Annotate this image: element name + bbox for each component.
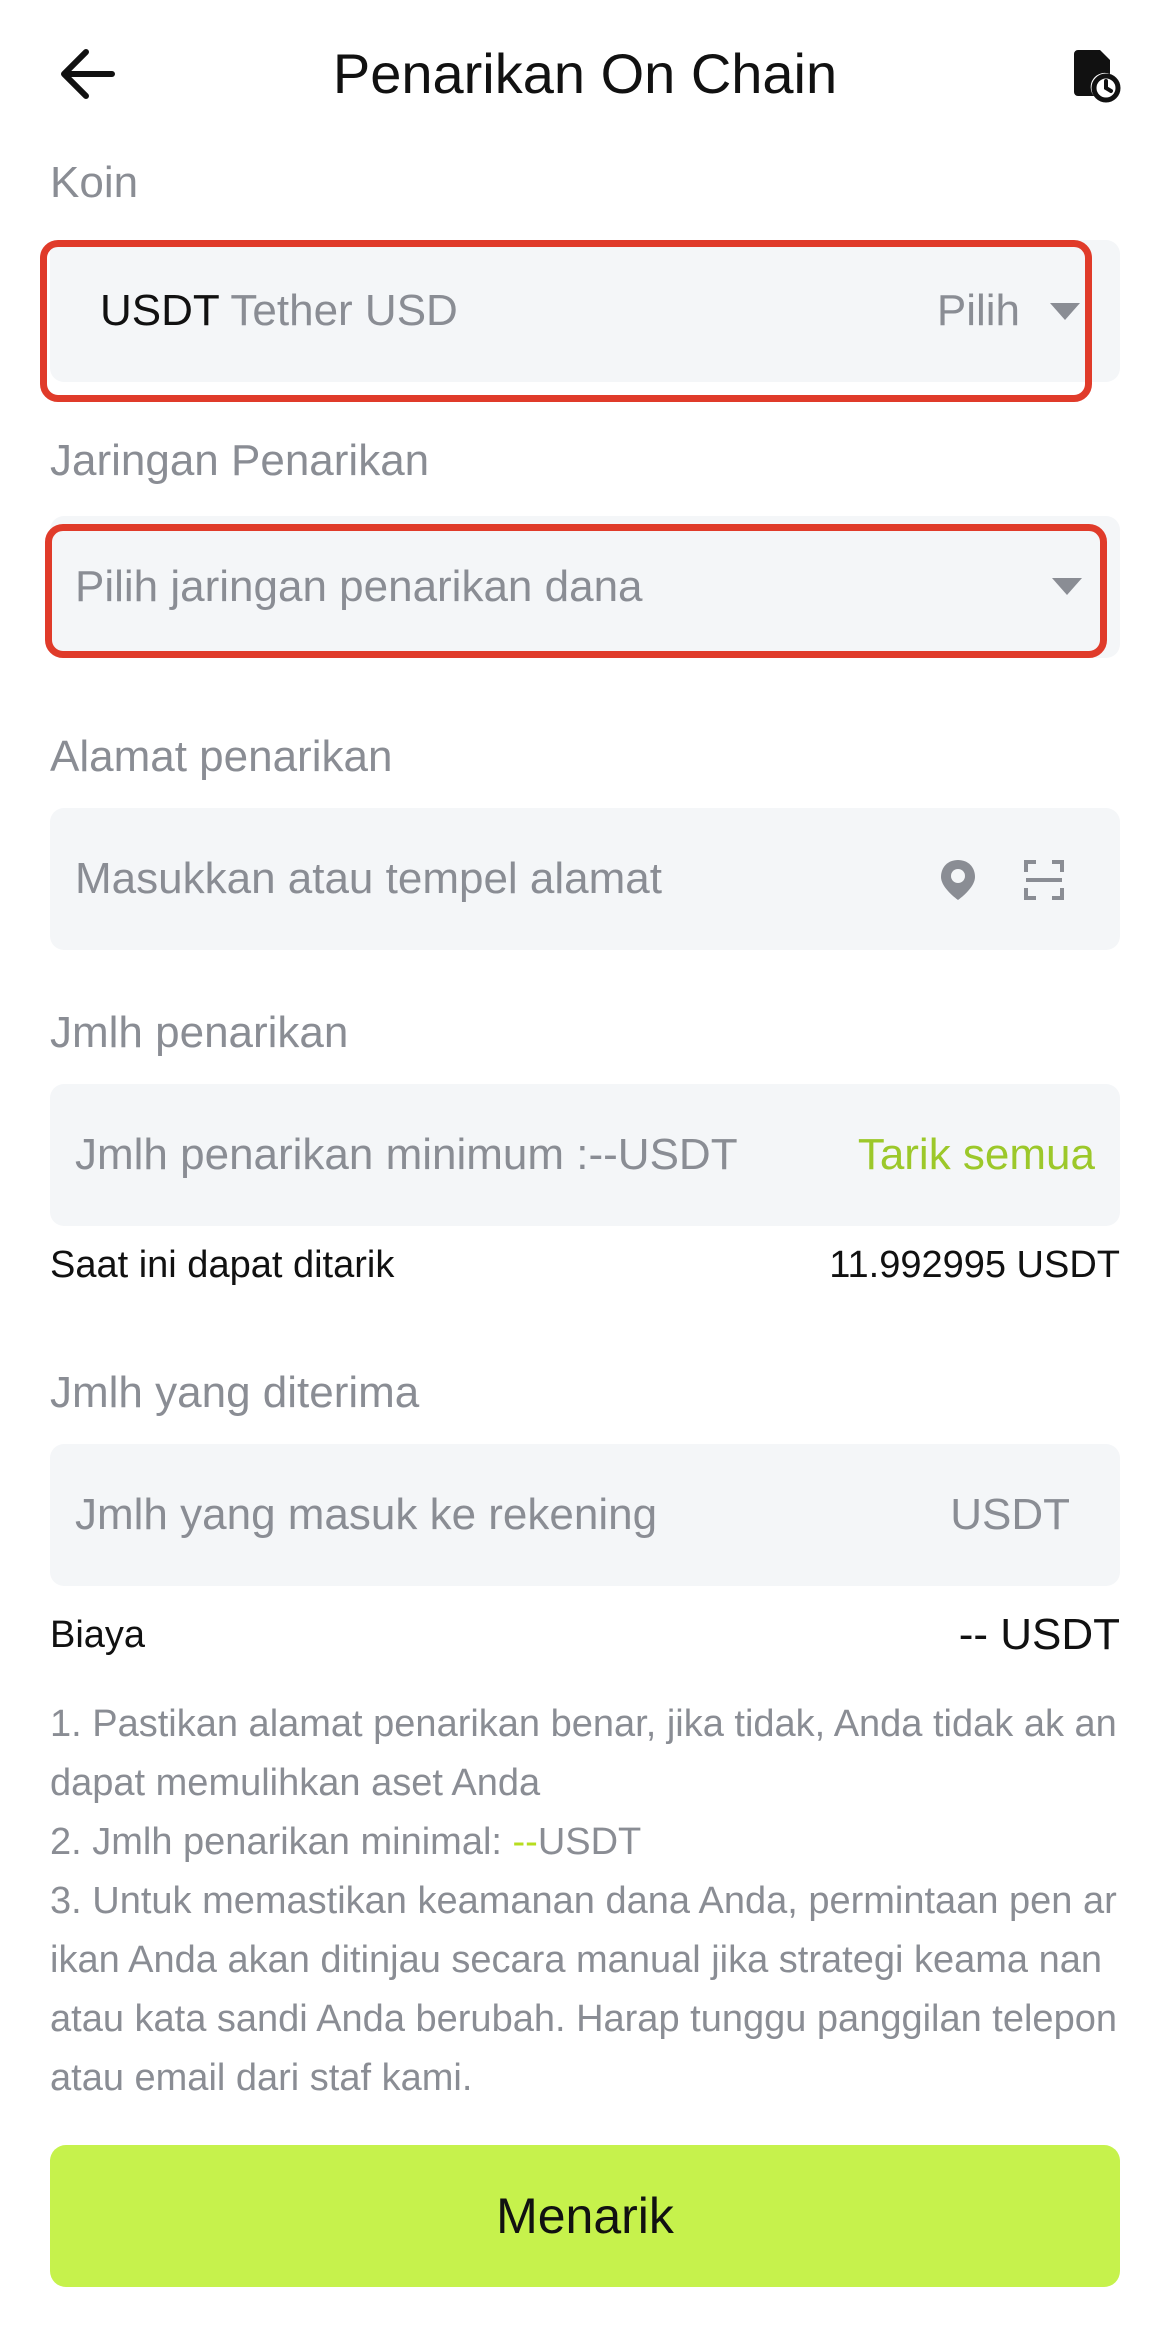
scan-button[interactable] [1022, 858, 1066, 907]
coin-name: Tether USD [230, 286, 458, 335]
location-pin-icon [941, 860, 975, 900]
chevron-down-icon [1050, 303, 1080, 320]
notes: 1. Pastikan alamat penarikan benar, jika… [50, 1695, 1125, 2108]
coin-select-label: Pilih [936, 286, 1020, 335]
coin-label: Koin [50, 158, 139, 207]
note-2: 2. Jmlh penarikan minimal: --USDT [50, 1813, 1125, 1872]
received-placeholder: Jmlh yang masuk ke rekening [75, 1490, 658, 1539]
page-title: Penarikan On Chain [332, 42, 838, 105]
withdraw-all-button[interactable]: Tarik semua [858, 1084, 1095, 1226]
network-placeholder: Pilih jaringan penarikan dana [75, 562, 643, 611]
location-pin-button[interactable] [938, 858, 978, 907]
amount-field[interactable]: Jmlh penarikan minimum :--USDT Tarik sem… [50, 1084, 1120, 1226]
received-unit: USDT [950, 1490, 1070, 1539]
address-field[interactable]: Masukkan atau tempel alamat [50, 808, 1120, 950]
coin-select[interactable]: USDT Tether USD Pilih [50, 240, 1120, 382]
fee-value: -- USDT [958, 1610, 1120, 1659]
note-2-prefix: 2. Jmlh penarikan minimal: [50, 1821, 513, 1863]
available-value: 11.992995 USDT [829, 1244, 1120, 1286]
address-label: Alamat penarikan [50, 732, 393, 781]
history-record-icon [1074, 50, 1121, 103]
amount-input[interactable]: Jmlh penarikan minimum :--USDT [75, 1084, 738, 1226]
note-2-suffix: USDT [537, 1821, 642, 1863]
note-3: 3. Untuk memastikan keamanan dana Anda, … [50, 1880, 1117, 2099]
coin-symbol: USDT [100, 286, 219, 335]
submit-button[interactable]: Menarik [50, 2145, 1120, 2287]
network-label: Jaringan Penarikan [50, 436, 430, 485]
received-label: Jmlh yang diterima [50, 1368, 420, 1417]
received-field: Jmlh yang masuk ke rekening USDT [50, 1444, 1120, 1586]
chevron-down-icon [1052, 578, 1082, 595]
note-1: 1. Pastikan alamat penarikan benar, jika… [50, 1703, 1117, 1804]
history-button[interactable] [1064, 44, 1124, 104]
fee-label: Biaya [50, 1614, 146, 1656]
available-label: Saat ini dapat ditarik [50, 1244, 395, 1286]
address-input[interactable]: Masukkan atau tempel alamat [75, 808, 662, 950]
scan-icon [1024, 860, 1064, 900]
network-select[interactable]: Pilih jaringan penarikan dana [50, 516, 1120, 658]
note-2-value: -- [512, 1821, 538, 1863]
amount-label: Jmlh penarikan [50, 1008, 349, 1057]
